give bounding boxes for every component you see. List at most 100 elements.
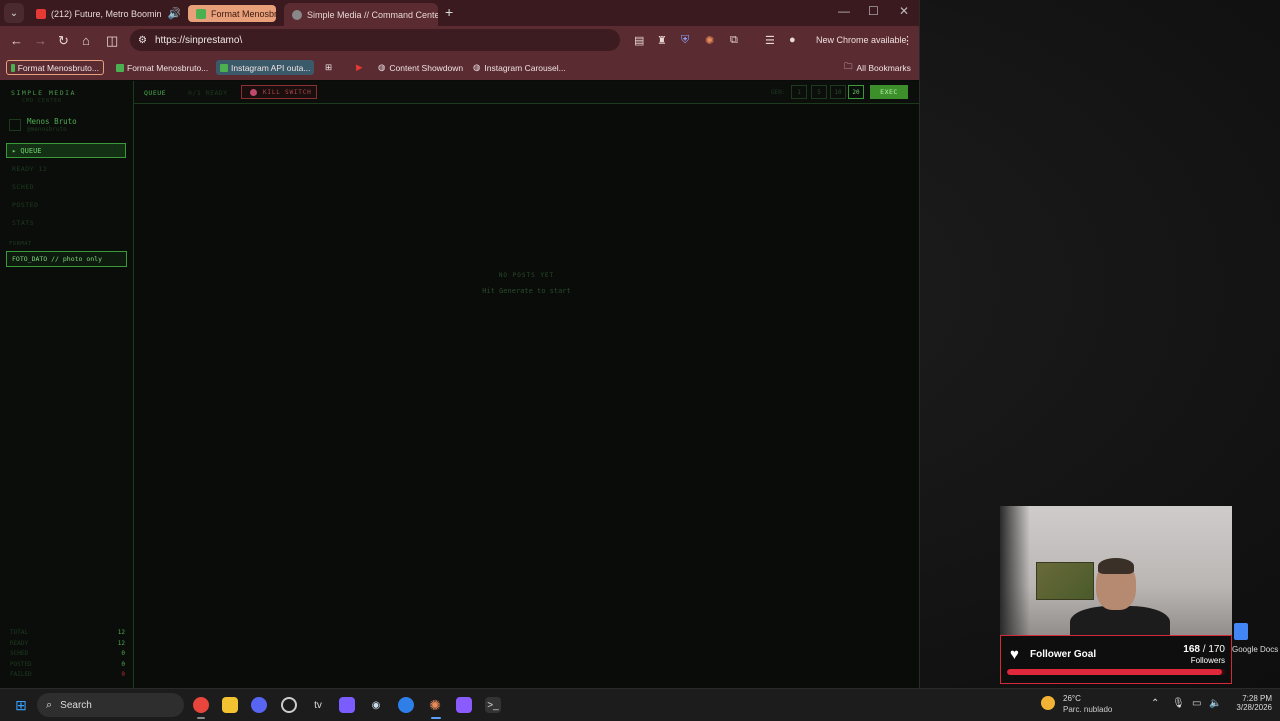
desktop-icon-label: Google Docs (1232, 645, 1279, 654)
poster (1036, 562, 1094, 600)
sidebar-item-posted[interactable]: POSTED (12, 201, 38, 209)
sidebar-item-queue[interactable]: ▸ QUEUE (6, 143, 126, 158)
puzzle-icon[interactable]: ⧉ (730, 34, 738, 47)
gen-option-10[interactable]: 10 (830, 85, 846, 99)
stat-value: 12 (117, 629, 125, 636)
forward-icon[interactable]: → (34, 33, 47, 48)
apple-tv-icon[interactable]: tv (310, 697, 326, 713)
chrome-icon[interactable] (193, 697, 209, 713)
account[interactable]: Menos Bruto @menosbruto (9, 117, 77, 133)
browser-toolbar: ← → ↻ ⌂ ◫ ⚙ https://sinprestamo\ ▤ ♜ ⛨ ✺… (0, 26, 919, 56)
volume-icon[interactable]: 🔈 (1209, 698, 1221, 709)
menu-icon[interactable]: ⋮ (902, 34, 913, 47)
stat-value: 0 (121, 650, 125, 657)
bookmark-item[interactable]: Format Menosbruto... (112, 60, 212, 75)
sidebar: SIMPLE MEDIA CMD CENTER Menos Bruto @men… (0, 81, 134, 688)
address-bar[interactable]: ⚙ https://sinprestamo\ (130, 29, 620, 51)
follower-goal-label: Follower Goal (1030, 649, 1097, 660)
new-chrome-available[interactable]: New Chrome available (816, 35, 907, 45)
google-docs-icon (1234, 623, 1248, 640)
tab-ready[interactable]: 0/1 READY (188, 89, 228, 97)
all-bookmarks[interactable]: 🗀 All Bookmarks (840, 60, 915, 75)
split-view-icon[interactable]: ◫ (106, 33, 118, 49)
gen-option-1[interactable]: 1 (791, 85, 807, 99)
apps-icon[interactable]: ⊞ (321, 60, 336, 75)
new-tab-button[interactable]: + (445, 4, 453, 20)
bookmark-label: Instagram Carousel... (484, 62, 566, 73)
browser-window: ⌄ (212) Future, Metro Boomin 🔊 ✕ Format … (0, 0, 920, 688)
app-icon[interactable] (398, 697, 414, 713)
obs-icon[interactable] (281, 697, 297, 713)
bookmark-item[interactable]: ◍ Instagram Carousel... (469, 60, 570, 75)
running-indicator (197, 717, 205, 719)
stat-row: READY 12 (10, 640, 125, 647)
sidebar-item-ready[interactable]: READY 12 (12, 165, 47, 173)
heart-icon: ♥ (1010, 646, 1019, 663)
stat-key: TOTAL (10, 629, 29, 636)
gen-option-5[interactable]: 5 (811, 85, 827, 99)
kill-switch-button[interactable]: KILL SWITCH (241, 85, 317, 99)
shield-icon[interactable]: ⛨ (681, 34, 689, 47)
bookmark-label: Format Menosbruto... (17, 62, 99, 73)
claude-icon[interactable]: ✺ (705, 34, 714, 47)
url-text: https://sinprestamo\ (154, 34, 243, 46)
reading-list-icon[interactable]: ☰ (765, 34, 775, 47)
back-icon[interactable]: ← (10, 33, 23, 48)
bookmark-item[interactable]: Instagram API outa... (216, 60, 315, 75)
minimize-icon[interactable]: — (838, 4, 850, 18)
app-icon[interactable] (456, 697, 472, 713)
all-bookmarks-label: All Bookmarks (856, 62, 911, 73)
youtube-icon[interactable]: ▶ (352, 60, 367, 75)
youtube-icon (36, 8, 46, 19)
tab-queue[interactable]: QUEUE (144, 89, 166, 97)
microphone-icon[interactable]: 🎙 (1172, 698, 1185, 709)
tab-search-chevron-icon[interactable]: ⌄ (4, 3, 24, 23)
sidebar-item-sched[interactable]: SCHED (12, 183, 34, 191)
globe-icon: ◍ (473, 62, 481, 72)
clock[interactable]: 7:28 PM 3/28/2026 (1236, 694, 1272, 712)
chevron-up-icon[interactable]: ⌃ (1151, 698, 1159, 709)
taskbar-search[interactable]: ⌕ Search (37, 693, 184, 717)
bookmark-item[interactable]: ◍ Content Showdown (374, 60, 467, 75)
discord-icon[interactable] (251, 697, 267, 713)
sidebar-item-stats[interactable]: STATS (12, 219, 34, 227)
claude-icon[interactable]: ✺ (427, 697, 443, 713)
app-grid-icon[interactable] (339, 697, 355, 713)
follower-target: 170 (1208, 644, 1225, 655)
account-name: Menos Bruto (27, 117, 77, 126)
folder-icon: 🗀 (844, 60, 853, 71)
globe-icon: ◍ (378, 62, 386, 72)
stat-key: POSTED (10, 661, 32, 668)
steam-icon[interactable]: ◉ (368, 697, 384, 713)
avatar (9, 119, 21, 131)
gen-option-20[interactable]: 20 (848, 85, 864, 99)
tab-format[interactable]: Format Menosbruto (188, 5, 276, 22)
stat-key: READY (10, 640, 29, 647)
check-icon (220, 63, 228, 72)
terminal-icon[interactable]: >_ (485, 697, 501, 713)
extension-icon[interactable]: ▤ (634, 34, 644, 47)
extension-icon[interactable]: ♜ (657, 34, 667, 47)
reload-icon[interactable]: ↻ (58, 33, 69, 49)
format-select[interactable]: FOTO_DATO // photo only (6, 251, 127, 267)
speaker-icon[interactable]: 🔊 (162, 7, 180, 20)
webcam-feed (1000, 506, 1232, 640)
close-window-icon[interactable]: ✕ (899, 4, 909, 18)
empty-state-subtitle: Hit Generate to start (482, 287, 571, 295)
windows-start-icon[interactable]: ⊞ (13, 697, 29, 713)
home-icon[interactable]: ⌂ (82, 33, 90, 48)
file-explorer-icon[interactable] (222, 697, 238, 713)
display-icon[interactable]: ▭ (1192, 698, 1201, 709)
check-icon (196, 8, 206, 19)
bookmark-item[interactable]: Format Menosbruto... (6, 60, 104, 75)
search-icon: ⌕ (46, 698, 53, 711)
google-docs-shortcut[interactable]: Google Docs (1232, 623, 1278, 654)
maximize-icon[interactable]: ☐ (868, 4, 879, 18)
avatar[interactable]: ● (789, 34, 796, 46)
tab-simple-media[interactable]: Simple Media // Command Center ✕ (284, 3, 438, 26)
exec-button[interactable]: EXEC (870, 85, 908, 99)
tab-youtube[interactable]: (212) Future, Metro Boomin 🔊 ✕ (28, 3, 180, 24)
tab-label: Format Menosbruto (211, 8, 276, 19)
stat-key: FAILED (10, 671, 32, 678)
site-info-icon[interactable]: ⚙ (138, 35, 147, 46)
